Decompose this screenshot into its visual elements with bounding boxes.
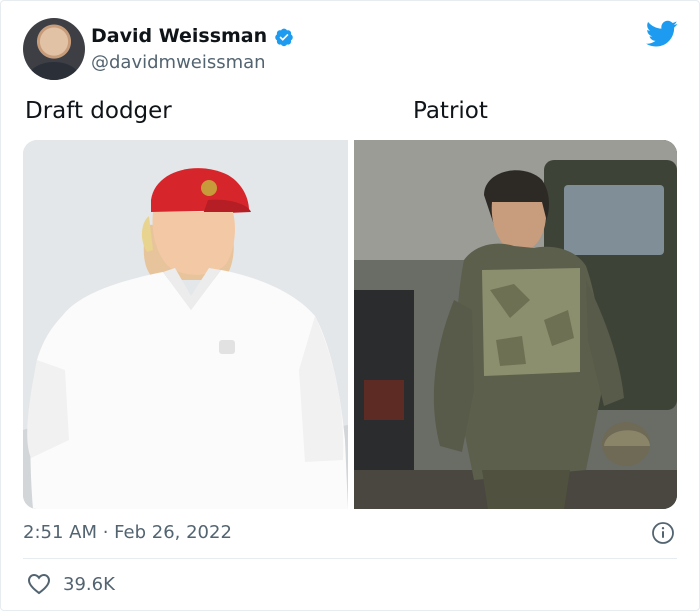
- man-in-red-cap-photo: [23, 140, 348, 509]
- info-icon[interactable]: [651, 521, 675, 545]
- avatar[interactable]: [23, 18, 85, 80]
- left-image-label: Draft dodger: [25, 98, 172, 124]
- left-photo[interactable]: [23, 140, 348, 509]
- tweet-card: David Weissman @davidmweissman Draft dod…: [0, 0, 700, 611]
- man-in-military-gear-photo: [354, 140, 677, 509]
- right-image-label: Patriot: [413, 98, 488, 124]
- verified-badge-icon: [275, 28, 293, 47]
- author-name[interactable]: David Weissman: [91, 25, 267, 47]
- tweet-timestamp[interactable]: 2:51 AM · Feb 26, 2022: [23, 521, 232, 545]
- twitter-bird-icon[interactable]: [646, 20, 678, 48]
- tweet-media[interactable]: [23, 140, 677, 509]
- divider: [23, 558, 677, 559]
- right-photo[interactable]: [354, 140, 677, 509]
- author-handle[interactable]: @davidmweissman: [91, 52, 266, 74]
- heart-icon[interactable]: [27, 573, 51, 595]
- like-count[interactable]: 39.6K: [63, 573, 115, 597]
